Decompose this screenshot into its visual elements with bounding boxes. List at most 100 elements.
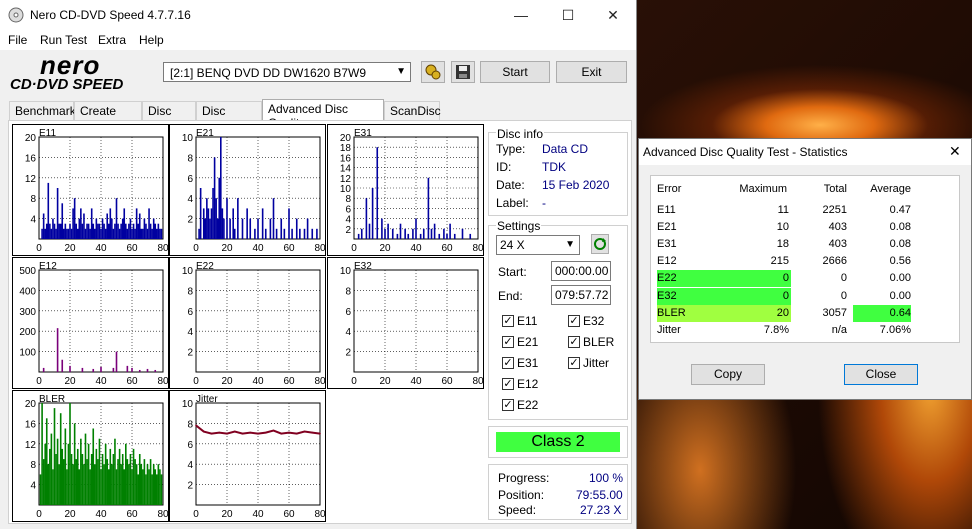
tab-advanced-disc-quality[interactable]: Advanced Disc Quality <box>262 99 384 130</box>
bar <box>199 188 202 239</box>
e11-checkbox[interactable]: ✓ <box>502 315 514 327</box>
speed-select[interactable]: 24 X ▼ <box>496 235 580 255</box>
stats-row-avg: 0.00 <box>889 289 911 302</box>
bar <box>84 433 87 505</box>
stats-row-max: 11 <box>777 204 789 216</box>
bar <box>80 438 82 505</box>
bar <box>391 228 394 239</box>
save-button[interactable] <box>451 61 475 83</box>
e32-checkbox[interactable]: ✓ <box>568 315 580 327</box>
e12-check-label: E12 <box>517 377 539 391</box>
y-tick-label: 8 <box>187 286 193 297</box>
e31-checkbox[interactable]: ✓ <box>502 357 514 369</box>
x-tick-label: 60 <box>283 509 295 520</box>
y-tick-label: 20 <box>25 133 37 144</box>
bar <box>61 359 64 372</box>
id-label: ID: <box>496 160 512 174</box>
bar <box>55 228 57 239</box>
bar <box>103 223 105 239</box>
close-icon[interactable]: ✕ <box>949 143 961 160</box>
chart-title: Jitter <box>196 394 218 405</box>
bar <box>198 228 200 239</box>
bar <box>215 198 217 239</box>
start-button[interactable]: Start <box>480 61 550 83</box>
tab-scandisc[interactable]: ScanDisc <box>384 101 441 120</box>
bar <box>396 233 399 239</box>
bar <box>357 233 360 239</box>
e11-check-label: E11 <box>517 314 538 328</box>
start-input[interactable]: 000:00.00 <box>551 261 611 281</box>
id-value: TDK <box>542 160 566 174</box>
maximize-icon[interactable]: ☐ <box>545 0 591 30</box>
close-icon[interactable]: ✕ <box>590 0 636 30</box>
bar <box>368 223 371 239</box>
jitter-point <box>295 432 298 435</box>
menu-help[interactable]: Help <box>139 33 164 47</box>
bar <box>272 198 275 239</box>
jitter-point <box>210 432 213 435</box>
e32-check-label: E32 <box>583 314 605 328</box>
y-tick-label: 14 <box>340 164 352 175</box>
chart-e31: 2 4 6 8 10 12 14 16 18 20 0 20 40 60 80 E31 <box>327 124 484 256</box>
statistics-title-bar: Advanced Disc Quality Test - Statistics … <box>639 139 971 165</box>
menu-run-test[interactable]: Run Test <box>40 33 87 47</box>
x-tick-label: 0 <box>193 376 199 387</box>
bar <box>126 459 129 505</box>
jitter-point <box>303 430 306 433</box>
bar <box>92 428 95 505</box>
bar <box>387 223 389 239</box>
x-tick-label: 20 <box>221 243 233 254</box>
bar <box>159 469 161 505</box>
x-tick-label: 80 <box>472 243 484 254</box>
bar <box>160 228 163 239</box>
tab-disc-quality[interactable]: Disc Quality <box>196 101 262 132</box>
y-tick-label: 10 <box>182 266 194 277</box>
bar <box>47 182 50 239</box>
e22-checkbox[interactable]: ✓ <box>502 399 514 411</box>
bar <box>98 438 101 505</box>
bar <box>45 223 48 239</box>
minimize-icon[interactable]: — <box>498 0 544 30</box>
refresh-speed-button[interactable] <box>591 234 609 254</box>
drive-select[interactable]: [2:1] BENQ DVD DD DW1620 B7W9 ▼ <box>163 62 411 82</box>
class-badge: Class 2 <box>496 432 620 452</box>
bar <box>131 367 133 372</box>
close-button[interactable]: Close <box>844 364 918 385</box>
speed-value: 27.23 X <box>580 503 622 517</box>
bler-checkbox[interactable]: ✓ <box>568 336 580 348</box>
bar <box>114 223 116 239</box>
x-tick-label: 20 <box>64 243 76 254</box>
bar <box>58 223 60 239</box>
tab-disc-info[interactable]: Disc Info <box>142 101 196 132</box>
bar <box>415 218 417 239</box>
bar <box>241 218 244 239</box>
tab-create-disc[interactable]: Create Disc <box>74 101 142 132</box>
copy-button[interactable]: Copy <box>691 364 765 385</box>
bar <box>73 198 76 239</box>
chart-e21: 2 4 6 8 10 0 20 40 60 80 E21 <box>169 124 326 256</box>
menu-file[interactable]: File <box>8 33 27 47</box>
e12-checkbox[interactable]: ✓ <box>502 378 514 390</box>
bar <box>115 469 118 505</box>
drive-info-button[interactable] <box>421 61 445 83</box>
x-tick-label: 0 <box>351 376 357 387</box>
stats-row-total: 403 <box>828 221 847 234</box>
speed-label: Speed: <box>498 503 537 517</box>
exit-button[interactable]: Exit <box>556 61 627 83</box>
end-input[interactable]: 079:57.72 <box>551 285 611 305</box>
bar <box>134 228 136 239</box>
tab-benchmark[interactable]: Benchmark <box>9 101 76 120</box>
y-tick-label: 10 <box>340 266 352 277</box>
bar <box>56 438 59 505</box>
e21-checkbox[interactable]: ✓ <box>502 336 514 348</box>
x-tick-label: 60 <box>441 243 453 254</box>
bar <box>117 459 119 505</box>
bar <box>112 228 115 239</box>
bar <box>430 228 433 239</box>
menu-extra[interactable]: Extra <box>98 33 126 47</box>
bar <box>86 223 88 239</box>
stats-row-max: 0 <box>782 272 789 285</box>
jitter-checkbox[interactable]: ✓ <box>568 357 580 369</box>
y-tick-label: 8 <box>345 286 351 297</box>
y-tick-label: 200 <box>19 327 36 338</box>
